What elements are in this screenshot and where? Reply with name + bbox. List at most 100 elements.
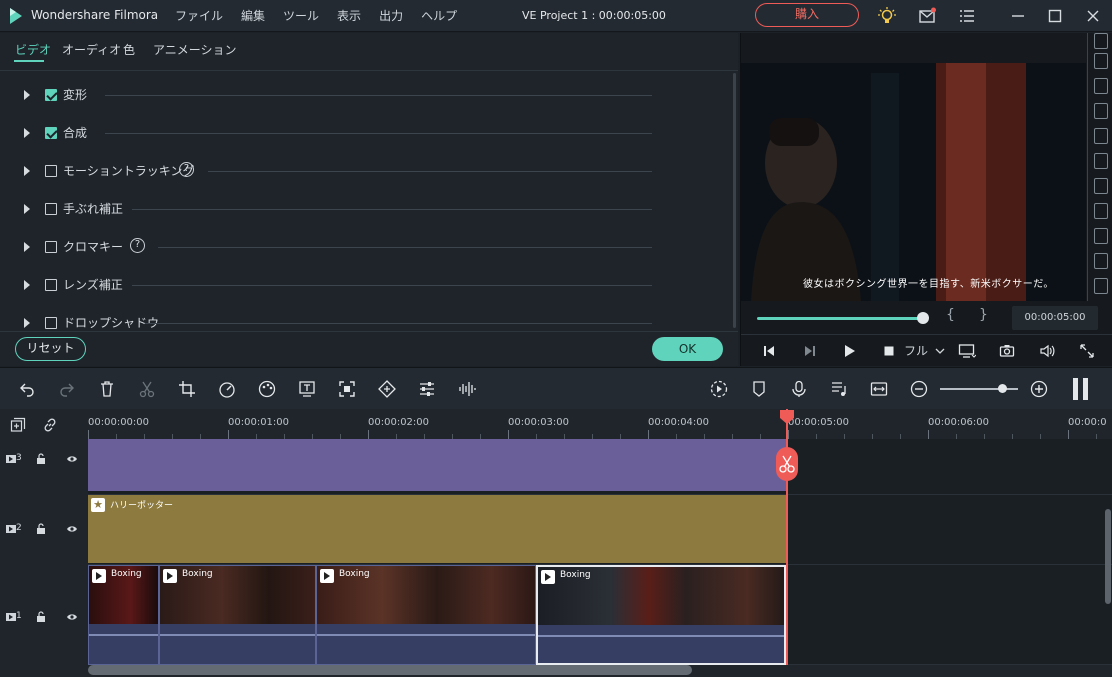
chevron-down-icon[interactable] (932, 343, 948, 359)
expand-arrow-icon[interactable] (24, 318, 30, 328)
audio-waveform-icon[interactable] (458, 380, 476, 398)
playback-progress-knob[interactable] (917, 312, 929, 324)
zoom-slider-knob[interactable] (998, 384, 1007, 393)
section-stabilization[interactable]: 手ぶれ補正 (0, 191, 700, 229)
thumb-slot[interactable] (1094, 178, 1108, 194)
display-settings-icon[interactable] (958, 343, 976, 359)
voiceover-text-icon[interactable] (830, 380, 848, 398)
color-palette-icon[interactable] (258, 380, 276, 398)
transform-checkbox[interactable] (45, 89, 57, 101)
thumb-slot[interactable] (1094, 153, 1108, 169)
eye-icon[interactable] (66, 612, 78, 622)
zoom-in-icon[interactable] (1030, 380, 1048, 398)
expand-arrow-icon[interactable] (24, 242, 30, 252)
add-track-icon[interactable] (10, 417, 26, 433)
stabilization-checkbox[interactable] (45, 203, 57, 215)
minimize-icon[interactable] (1008, 6, 1028, 26)
tab-animation[interactable]: アニメーション (153, 41, 237, 58)
thumb-slot[interactable] (1094, 203, 1108, 219)
section-chroma-key[interactable]: クロマキー ? (0, 229, 700, 267)
microphone-icon[interactable] (790, 380, 808, 398)
video-clip[interactable]: Boxing (88, 565, 159, 665)
menu-help[interactable]: ヘルプ (421, 7, 457, 24)
video-clip[interactable]: Boxing (159, 565, 316, 665)
time-ruler[interactable]: 00:00:00:00 00:00:01:00 00:00:02:00 00:00:0… (88, 409, 1112, 439)
tab-audio[interactable]: オーディオ (62, 41, 121, 58)
section-compositing[interactable]: 合成 (0, 115, 700, 153)
fullscreen-icon[interactable] (1079, 343, 1095, 359)
eye-icon[interactable] (66, 454, 78, 464)
close-icon[interactable] (1083, 6, 1103, 26)
marker-icon[interactable] (750, 380, 768, 398)
video-preview[interactable]: 彼女はボクシング世界一を目指す、新米ボクサーだ。 (741, 63, 1086, 301)
cut-icon[interactable] (138, 380, 156, 398)
lens-correction-checkbox[interactable] (45, 279, 57, 291)
effect-clip[interactable] (88, 439, 786, 491)
menu-file[interactable]: ファイル (175, 7, 223, 24)
crop-icon[interactable] (178, 380, 196, 398)
section-transform[interactable]: 変形 (0, 77, 700, 115)
list-menu-icon[interactable] (957, 6, 977, 26)
focus-frame-icon[interactable] (338, 380, 356, 398)
video-clip-selected[interactable]: Boxing (536, 565, 786, 665)
thumb-slot[interactable] (1094, 78, 1108, 94)
next-frame-icon[interactable] (802, 343, 818, 359)
thumb-slot[interactable] (1094, 228, 1108, 244)
link-icon[interactable] (42, 417, 58, 433)
buy-button[interactable]: 購入 (755, 3, 859, 27)
thumb-slot[interactable] (1094, 33, 1108, 49)
undo-icon[interactable] (18, 380, 36, 398)
fit-timeline-icon[interactable] (870, 380, 888, 398)
video-clip[interactable]: Boxing (316, 565, 536, 665)
menu-edit[interactable]: 編集 (241, 7, 265, 24)
quality-select[interactable]: フル (904, 342, 928, 359)
timeline-vertical-scrollbar[interactable] (1105, 509, 1111, 604)
mail-icon[interactable] (918, 6, 938, 26)
thumb-slot[interactable] (1094, 278, 1108, 294)
thumb-slot[interactable] (1094, 53, 1108, 69)
mark-out-icon[interactable]: } (979, 307, 988, 323)
keyframe-icon[interactable] (378, 380, 396, 398)
tab-video[interactable]: ビデオ (15, 41, 51, 58)
delete-icon[interactable] (98, 380, 116, 398)
timeline-horizontal-scrollbar[interactable] (88, 665, 692, 675)
playhead-handle-icon[interactable] (779, 409, 795, 425)
menu-view[interactable]: 表示 (337, 7, 361, 24)
snapshot-camera-icon[interactable] (999, 343, 1015, 359)
stop-icon[interactable] (881, 343, 897, 359)
expand-arrow-icon[interactable] (24, 90, 30, 100)
section-motion-tracking[interactable]: モーショントラッキング ? (0, 153, 700, 191)
adjust-sliders-icon[interactable] (418, 380, 436, 398)
section-lens-correction[interactable]: レンズ補正 (0, 267, 700, 305)
split-scissors-button[interactable] (776, 447, 798, 481)
pause-icon[interactable] (1073, 378, 1093, 403)
thumb-slot[interactable] (1094, 103, 1108, 119)
text-title-icon[interactable] (298, 380, 316, 398)
expand-arrow-icon[interactable] (24, 204, 30, 214)
lock-icon[interactable] (36, 453, 46, 465)
menu-export[interactable]: 出力 (379, 7, 403, 24)
previous-frame-icon[interactable] (761, 343, 777, 359)
mark-in-icon[interactable]: { (946, 307, 955, 323)
thumb-slot[interactable] (1094, 128, 1108, 144)
maximize-icon[interactable] (1045, 6, 1065, 26)
lock-icon[interactable] (36, 611, 46, 623)
speed-icon[interactable] (218, 380, 236, 398)
help-icon[interactable]: ? (179, 162, 194, 177)
eye-icon[interactable] (66, 524, 78, 534)
menu-tools[interactable]: ツール (283, 7, 319, 24)
title-clip[interactable]: ★ ハリーポッター (88, 495, 786, 563)
motion-tracking-checkbox[interactable] (45, 165, 57, 177)
reset-button[interactable]: リセット (15, 337, 86, 361)
tab-color[interactable]: 色 (123, 41, 135, 58)
expand-arrow-icon[interactable] (24, 128, 30, 138)
volume-icon[interactable] (1039, 343, 1055, 359)
redo-icon[interactable] (58, 380, 76, 398)
properties-scrollbar[interactable] (733, 73, 736, 328)
render-preview-icon[interactable] (710, 380, 728, 398)
chroma-key-checkbox[interactable] (45, 241, 57, 253)
expand-arrow-icon[interactable] (24, 166, 30, 176)
lock-icon[interactable] (36, 523, 46, 535)
ok-button[interactable]: OK (652, 337, 723, 361)
playback-progress-bar[interactable] (757, 317, 923, 320)
